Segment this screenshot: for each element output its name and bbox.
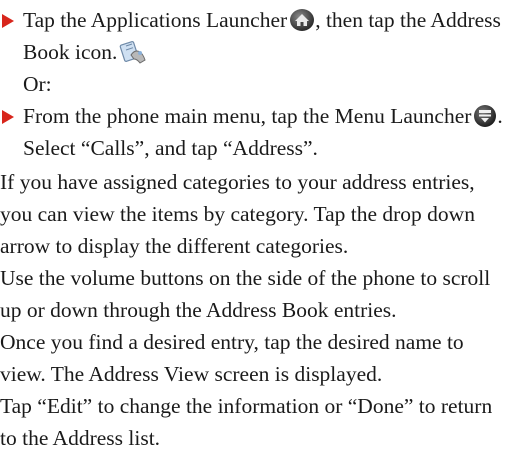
bullet-text: Book icon. (23, 40, 118, 64)
bullet-text: From the phone main menu, tap the Menu L… (23, 104, 472, 128)
or-separator: Or: (23, 72, 52, 96)
applications-launcher-icon (289, 8, 315, 41)
body-line: view. The Address View screen is display… (0, 362, 383, 386)
bullet-text: . (497, 104, 503, 128)
body-line: Once you find a desired entry, tap the d… (0, 330, 464, 354)
body-line: up or down through the Address Book entr… (0, 298, 397, 322)
body-line: you can view the items by category. Tap … (0, 202, 475, 226)
body-line: Tap “Edit” to change the information or … (0, 394, 493, 418)
bullet-marker-icon (2, 110, 14, 124)
bullet-text: Tap the Applications Launcher (23, 8, 288, 32)
address-book-icon (119, 40, 149, 73)
instruction-page: Tap the Applications Launcher , then tap… (0, 0, 525, 466)
bullet-line: Select “Calls”, and tap “Address”. (23, 136, 318, 160)
body-line: Use the volume buttons on the side of th… (0, 266, 491, 290)
body-line: If you have assigned categories to your … (0, 170, 475, 194)
menu-launcher-icon (473, 104, 497, 137)
bullet-marker-icon (2, 14, 14, 28)
bullet-text: , then tap the Address (315, 8, 501, 32)
body-line: to the Address list. (0, 426, 161, 450)
body-line: arrow to display the different categorie… (0, 234, 349, 258)
